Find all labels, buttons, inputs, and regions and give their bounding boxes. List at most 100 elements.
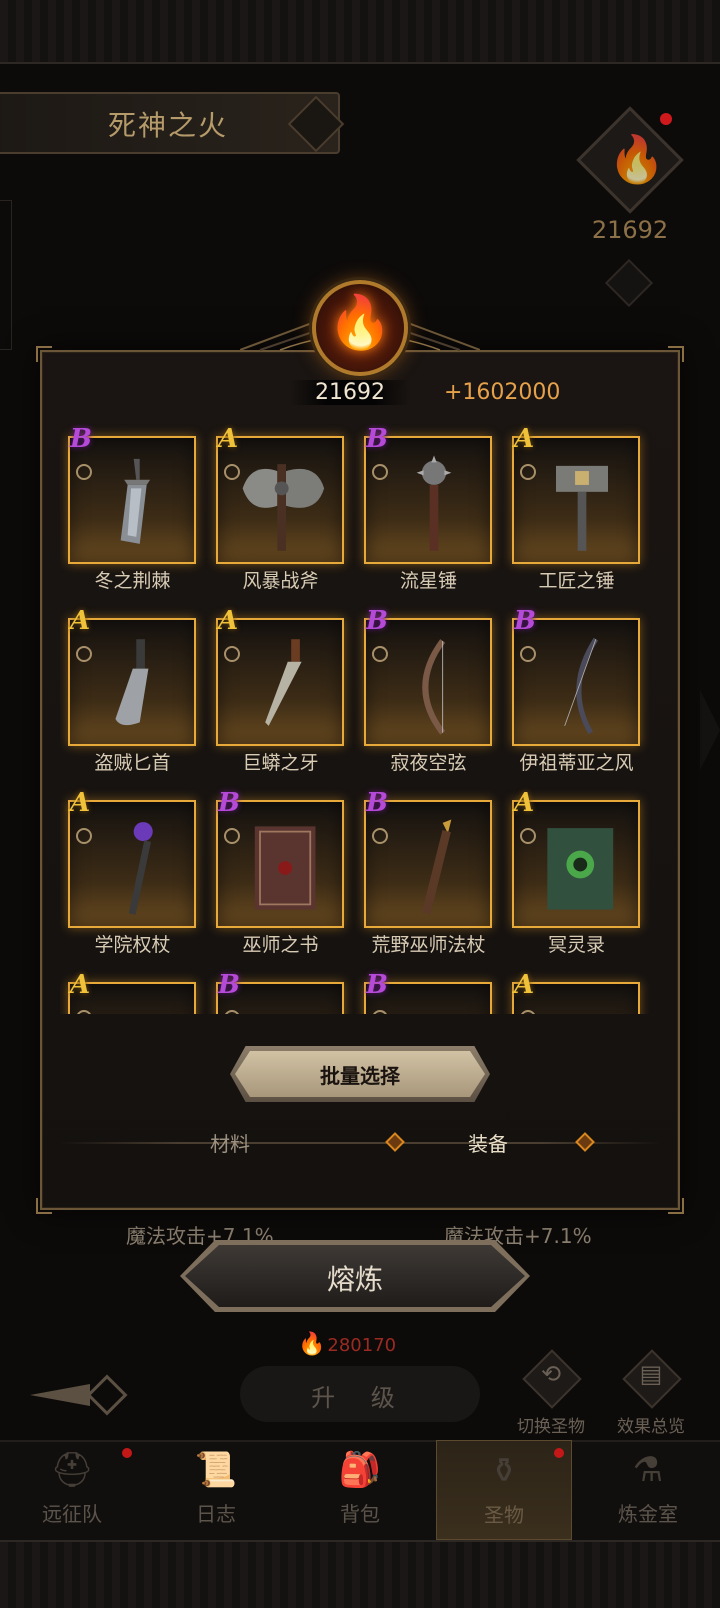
scroll-map-icon: 📜 <box>194 1450 238 1490</box>
serrated-blade-icon <box>265 639 302 726</box>
equipment-slot[interactable]: B <box>356 970 506 1014</box>
select-checkbox[interactable] <box>520 464 536 480</box>
tab-equipment[interactable]: 装备 <box>468 1128 508 1157</box>
tome-icon <box>254 826 316 910</box>
equipment-slot[interactable]: B 寂夜空弦 <box>356 606 506 784</box>
corner-decor <box>668 346 684 362</box>
warhammer-icon <box>556 465 608 551</box>
switch-relic-button[interactable]: ⟲ 切换圣物 <box>506 1349 596 1437</box>
item-name: 盗贼匕首 <box>94 752 171 774</box>
scroll-icon: ▤ <box>621 1349 682 1410</box>
grade-badge: B <box>514 606 536 636</box>
select-checkbox[interactable] <box>76 464 92 480</box>
grade-badge: B <box>366 788 388 818</box>
grade-badge: A <box>218 424 239 454</box>
effects-overview-button[interactable]: ▤ 效果总览 <box>606 1349 696 1437</box>
equipment-slot[interactable]: B 流星锤 <box>356 424 506 602</box>
fire-currency-count: 21692 <box>591 216 669 244</box>
smelt-button[interactable]: 熔炼 <box>180 1240 530 1312</box>
wooden-staff-icon <box>421 819 452 915</box>
item-name: 巨蟒之牙 <box>242 752 319 774</box>
fire-points-value: 21692 <box>290 380 410 405</box>
orb-staff-icon <box>128 822 153 915</box>
grade-badge: B <box>218 788 240 818</box>
grade-badge: B <box>366 606 388 636</box>
grade-badge: A <box>514 788 535 818</box>
add-gem-icon[interactable] <box>604 258 654 308</box>
grade-badge: B <box>70 424 92 454</box>
grade-badge: A <box>514 424 535 454</box>
longbow-icon <box>564 637 599 735</box>
equipment-slot[interactable]: B 荒野巫师法杖 <box>356 788 506 966</box>
grade-badge: A <box>70 970 91 1000</box>
select-checkbox[interactable] <box>76 646 92 662</box>
equipment-slot[interactable]: B 伊祖蒂亚之风 <box>504 606 654 784</box>
item-name: 流星锤 <box>399 570 457 592</box>
select-checkbox[interactable] <box>372 646 388 662</box>
flame-icon: 🔥 <box>608 132 666 186</box>
dagger-icon <box>115 639 149 726</box>
nav-label: 背包 <box>340 1502 380 1526</box>
equipment-slot[interactable]: A 盗贼匕首 <box>60 606 210 784</box>
flame-icon: 🔥 <box>298 1332 326 1357</box>
item-name: 荒野巫师法杖 <box>371 934 486 956</box>
corner-decor <box>36 1198 52 1214</box>
bottom-decor-band <box>0 1540 720 1608</box>
item-icon <box>86 994 190 1014</box>
tab-materials[interactable]: 材料 <box>210 1128 250 1157</box>
upgrade-button[interactable]: 升 级 <box>240 1366 480 1422</box>
nav-log[interactable]: 📜 日志 <box>144 1440 288 1540</box>
item-name: 冬之荆棘 <box>94 570 171 592</box>
next-page-arrow[interactable] <box>700 690 720 770</box>
select-checkbox[interactable] <box>372 464 388 480</box>
batch-select-button[interactable]: 批量选择 <box>230 1046 490 1102</box>
previous-relic-arrow-icon[interactable] <box>20 1368 140 1422</box>
nav-label: 炼金室 <box>618 1502 678 1526</box>
tab-active-decor-icon <box>566 1132 606 1152</box>
equipment-slot[interactable]: A 工匠之锤 <box>504 424 654 602</box>
equipment-slot[interactable]: A 学院权杖 <box>60 788 210 966</box>
equipment-slot[interactable]: B <box>208 970 358 1014</box>
equipment-slot[interactable]: A 冥灵录 <box>504 788 654 966</box>
smelt-label: 熔炼 <box>326 1263 383 1296</box>
grade-badge: B <box>218 970 240 1000</box>
top-decor-band <box>0 0 720 64</box>
corner-decor <box>668 1198 684 1214</box>
item-icon <box>530 994 634 1014</box>
select-checkbox[interactable] <box>224 828 240 844</box>
equipment-slot[interactable]: B 巫师之书 <box>208 788 358 966</box>
morning-star-icon <box>416 455 452 551</box>
nav-label: 日志 <box>196 1502 236 1526</box>
equipment-slot[interactable]: A 风暴战斧 <box>208 424 358 602</box>
item-icon <box>234 994 338 1014</box>
equipment-slot[interactable]: A 巨蟒之牙 <box>208 606 358 784</box>
viking-helmet-icon: ⛑ <box>50 1450 94 1490</box>
grade-badge: A <box>514 970 535 1000</box>
equipment-grid[interactable]: B 冬之荆棘 A 风暴战斧 B 流星锤 A 工匠之锤 A 盗贼匕首 A 巨蟒之牙 B 寂夜空弦 B 伊祖蒂亚之… <box>60 424 660 1014</box>
select-checkbox[interactable] <box>520 646 536 662</box>
brazier-icon: ⚱ <box>489 1451 519 1491</box>
select-checkbox[interactable] <box>372 828 388 844</box>
fire-crest: 🔥 <box>312 280 408 376</box>
effects-overview-label: 效果总览 <box>617 1417 685 1437</box>
select-checkbox[interactable] <box>520 828 536 844</box>
batch-select-label: 批量选择 <box>320 1064 400 1088</box>
select-checkbox[interactable] <box>76 828 92 844</box>
nav-alchemy[interactable]: ⚗ 炼金室 <box>576 1440 720 1540</box>
necro-tome-icon <box>547 828 614 910</box>
equipment-slot[interactable]: A <box>60 970 210 1014</box>
tab-active-decor-icon <box>376 1132 416 1152</box>
notification-dot <box>660 113 672 125</box>
equipment-slot[interactable]: A <box>504 970 654 1014</box>
grade-badge: B <box>366 424 388 454</box>
nav-backpack[interactable]: 🎒 背包 <box>288 1440 432 1540</box>
bow-icon <box>422 639 446 735</box>
select-checkbox[interactable] <box>224 464 240 480</box>
equipment-slot[interactable]: B 冬之荆棘 <box>60 424 210 602</box>
select-checkbox[interactable] <box>224 646 240 662</box>
battle-axe-icon <box>242 464 325 551</box>
smelt-counter: 21692 +1602000 <box>270 378 590 412</box>
nav-relic[interactable]: ⚱ 圣物 <box>436 1440 572 1540</box>
switch-relic-label: 切换圣物 <box>517 1417 585 1437</box>
upgrade-cost: 🔥 280170 <box>298 1332 396 1357</box>
